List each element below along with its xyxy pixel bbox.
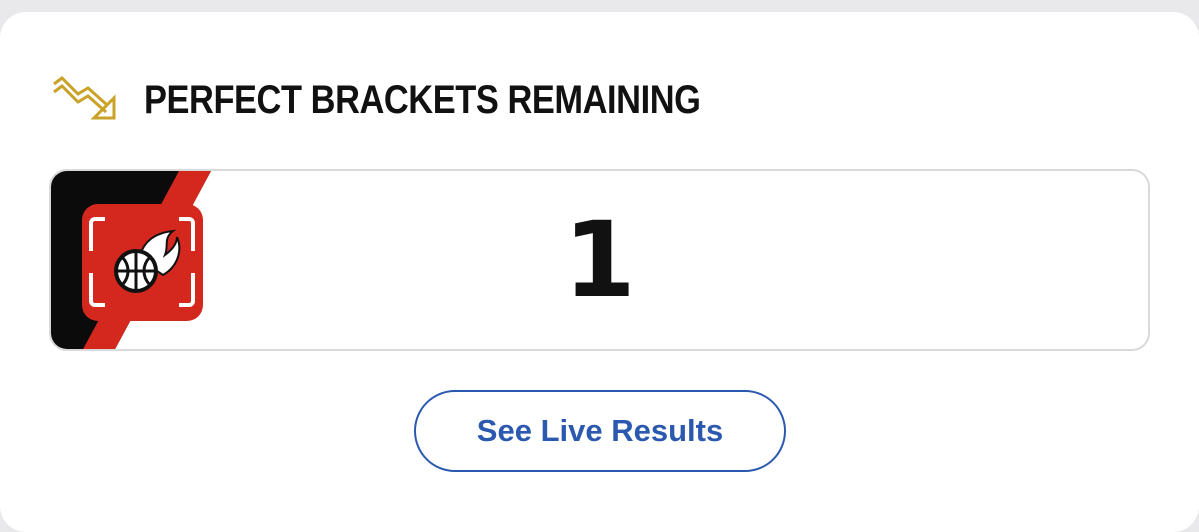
card-header: PERFECT BRACKETS REMAINING — [48, 72, 791, 128]
brackets-remaining-count: 1 — [563, 199, 636, 321]
brackets-count-panel: 1 — [49, 169, 1150, 351]
perfect-brackets-card: PERFECT BRACKETS REMAINING 1 See Live Re… — [0, 12, 1199, 532]
see-live-results-button[interactable]: See Live Results — [414, 390, 786, 472]
see-live-results-label: See Live Results — [476, 413, 724, 448]
card-title: PERFECT BRACKETS REMAINING — [144, 77, 701, 122]
trending-down-icon — [53, 76, 116, 120]
